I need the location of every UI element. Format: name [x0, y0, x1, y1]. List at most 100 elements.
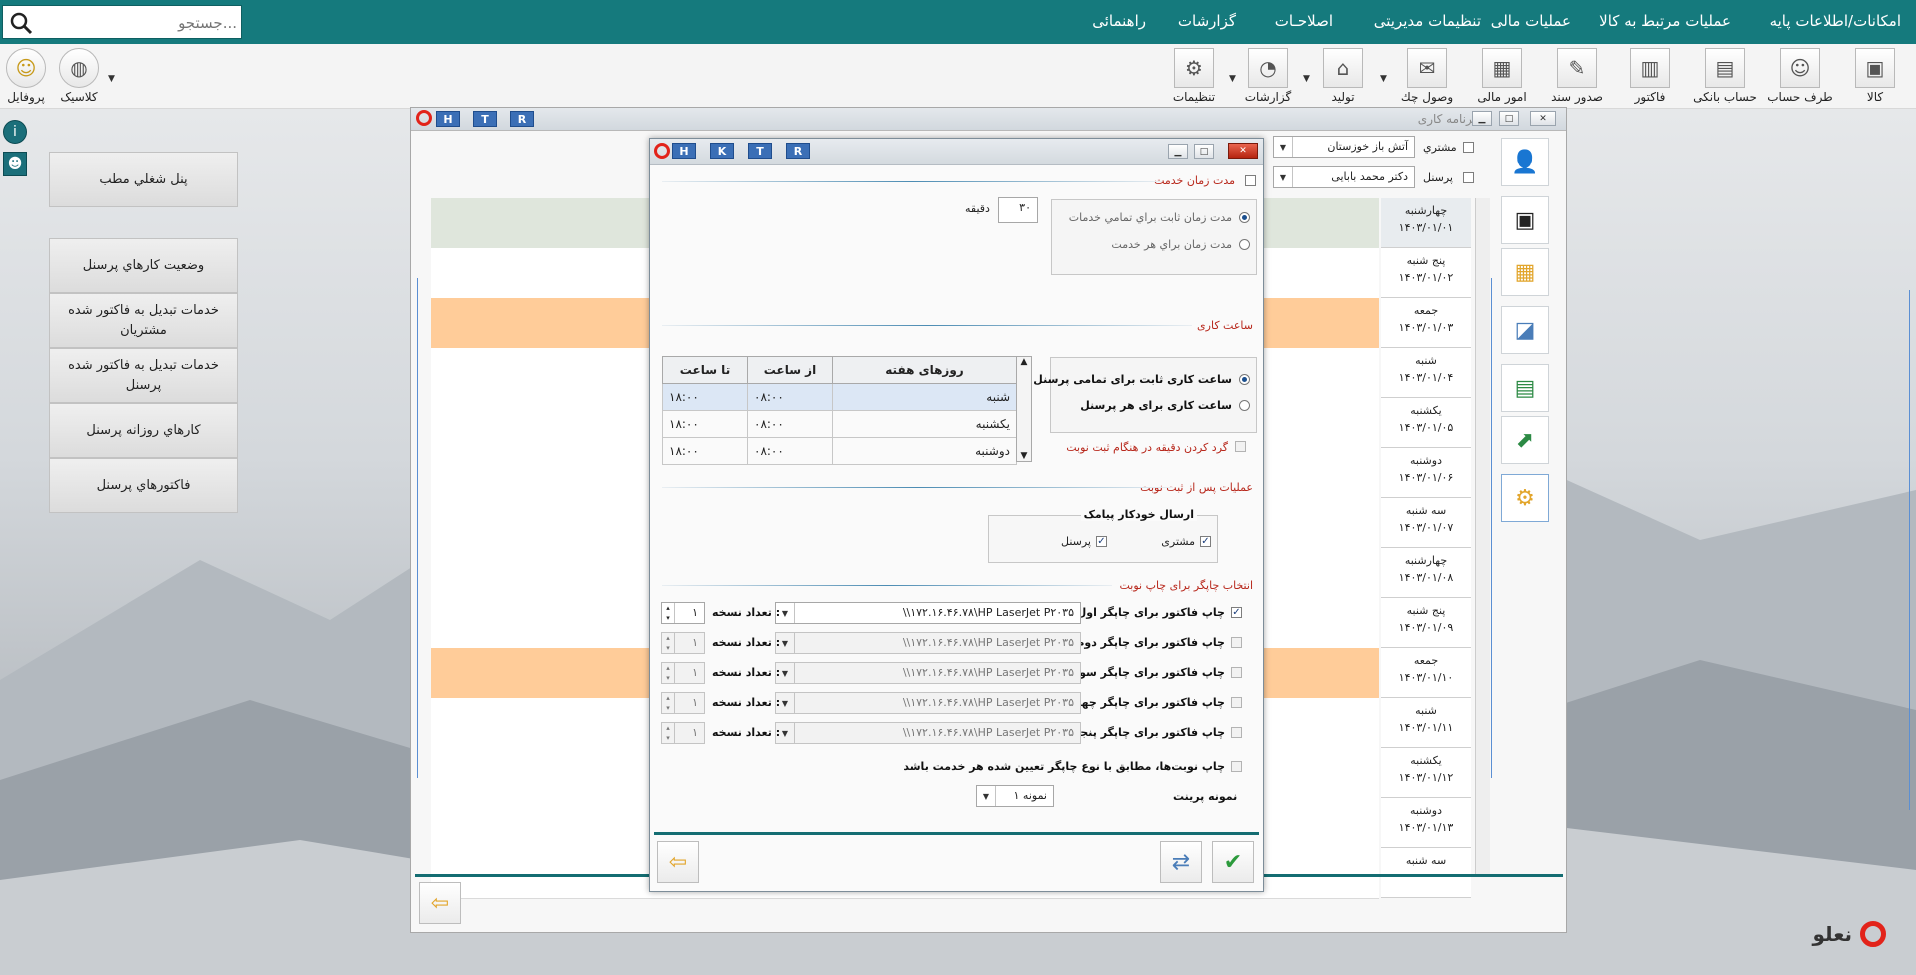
- customer-filter-checkbox[interactable]: [1463, 142, 1474, 153]
- table-cell[interactable]: ۰۸:۰۰: [747, 410, 833, 438]
- sms-staff-checkbox[interactable]: ✓: [1096, 536, 1107, 547]
- minimize-icon[interactable]: ▁: [1168, 144, 1188, 159]
- menu-admin-settings[interactable]: تنظیمات مدیریتی: [1374, 12, 1481, 30]
- close-icon[interactable]: ✕: [1530, 111, 1556, 126]
- clinic-panel-button[interactable]: پنل شغلي مطب: [49, 152, 238, 207]
- chevron-up-icon[interactable]: ▲: [1017, 357, 1031, 367]
- staff-filter-select[interactable]: ▼ دکتر محمد بابایی: [1273, 166, 1415, 188]
- schedule-day-cell[interactable]: یکشنبه ۱۴۰۳/۰۱/۱۲: [1381, 748, 1471, 798]
- menu-basic-info[interactable]: امکانات/اطلاعات پایه: [1770, 12, 1901, 30]
- printer-checkbox[interactable]: [1231, 697, 1242, 708]
- table-cell[interactable]: ۱۸:۰۰: [662, 383, 748, 411]
- search-input[interactable]: [39, 10, 239, 36]
- table-row[interactable]: ۱۸:۰۰ ۰۸:۰۰ یکشنبه: [662, 410, 1017, 438]
- toolbar-goods-button[interactable]: ▣ کالا: [1840, 46, 1910, 108]
- right-splitter[interactable]: [1487, 278, 1492, 778]
- dialog-r-button[interactable]: R: [786, 143, 810, 159]
- toolbar-issue-document-button[interactable]: ✎ صدور سند: [1542, 46, 1612, 108]
- copies-stepper[interactable]: ▴ ▾ ۱: [661, 722, 705, 744]
- customer-filter-select[interactable]: ▼ آتش باز خوزستان: [1273, 136, 1415, 158]
- printer-select[interactable]: ▼ \\۱۷۲.۱۶.۴۶.۷۸\HP LaserJet P۲۰۳۵: [775, 602, 1081, 624]
- schedule-day-cell[interactable]: چهارشنبه ۱۴۰۳/۰۱/۰۸: [1381, 548, 1471, 598]
- table-cell[interactable]: ۱۸:۰۰: [662, 437, 748, 465]
- exit-button[interactable]: ⇦: [419, 882, 461, 924]
- menu-financial-ops[interactable]: عملیات مالی: [1491, 12, 1571, 30]
- gear-icon[interactable]: ⚙: [1501, 474, 1549, 522]
- stepper-arrows-icon[interactable]: ▴ ▾: [662, 633, 675, 653]
- chevron-down-icon[interactable]: ▼: [1017, 451, 1031, 461]
- schedule-day-cell[interactable]: دوشنبه ۱۴۰۳/۰۱/۱۳: [1381, 798, 1471, 848]
- table-cell[interactable]: شنبه: [832, 383, 1017, 411]
- schedule-day-cell[interactable]: سه شنبه ۱۴۰۳/۰۱/۰۷: [1381, 498, 1471, 548]
- schedule-day-cell[interactable]: پنج شنبه ۱۴۰۳/۰۱/۰۲: [1381, 248, 1471, 298]
- dialog-transfer-button[interactable]: ⇄: [1160, 841, 1202, 883]
- table-cell[interactable]: ۰۸:۰۰: [747, 383, 833, 411]
- staff-work-status-button[interactable]: وضعیت کارهاي پرسنل: [49, 238, 238, 293]
- dialog-k-button[interactable]: K: [710, 143, 734, 159]
- printer-select[interactable]: ▼ \\۱۷۲.۱۶.۴۶.۷۸\HP LaserJet P۲۰۳۵: [775, 692, 1081, 714]
- staff-filter-checkbox[interactable]: [1463, 172, 1474, 183]
- table-row[interactable]: ۱۸:۰۰ ۰۸:۰۰ شنبه: [662, 383, 1017, 411]
- toolbar-financial-button[interactable]: ▦ امور مالی: [1467, 46, 1537, 108]
- service-minutes-input[interactable]: ۳۰: [998, 197, 1038, 223]
- schedule-day-cell[interactable]: شنبه ۱۴۰۳/۰۱/۱۱: [1381, 698, 1471, 748]
- staff-daily-work-button[interactable]: کارهاي روزانه پرسنل: [49, 403, 238, 458]
- toolbar-production-button[interactable]: ⌂ تولید: [1308, 46, 1378, 108]
- service-time-each-radio[interactable]: [1239, 239, 1250, 250]
- add-user-icon[interactable]: 👤: [1501, 138, 1549, 186]
- service-time-checkbox[interactable]: [1245, 175, 1256, 186]
- window-t-button[interactable]: T: [473, 111, 497, 127]
- printer-select[interactable]: ▼ \\۱۷۲.۱۶.۴۶.۷۸\HP LaserJet P۲۰۳۵: [775, 662, 1081, 684]
- toolbar-cheque-button[interactable]: ✉ وصول چك: [1392, 46, 1462, 108]
- copies-stepper[interactable]: ▴ ▾ ۱: [661, 632, 705, 654]
- stepper-arrows-icon[interactable]: ▴ ▾: [662, 603, 675, 623]
- table-cell[interactable]: یکشنبه: [832, 410, 1017, 438]
- dialog-confirm-button[interactable]: ✔: [1212, 841, 1254, 883]
- toolbar-account-party-button[interactable]: ☺ طرف حساب: [1765, 46, 1835, 108]
- printer-checkbox[interactable]: ✓: [1231, 607, 1242, 618]
- printer-checkbox[interactable]: [1231, 727, 1242, 738]
- maximize-icon[interactable]: □: [1194, 144, 1214, 159]
- schedule-day-cell[interactable]: پنج شنبه ۱۴۰۳/۰۱/۰۹: [1381, 598, 1471, 648]
- grid-apps-icon[interactable]: ▦: [1501, 248, 1549, 296]
- table-cell[interactable]: دوشنبه: [832, 437, 1017, 465]
- chevron-down-icon[interactable]: ▼: [108, 74, 115, 84]
- schedule-day-cell[interactable]: یکشنبه ۱۴۰۳/۰۱/۰۵: [1381, 398, 1471, 448]
- dialog-exit-button[interactable]: ⇦: [657, 841, 699, 883]
- menu-corrections[interactable]: اصلاحـات: [1275, 12, 1333, 30]
- service-time-fixed-radio[interactable]: [1239, 212, 1250, 223]
- window-h-button[interactable]: H: [436, 111, 460, 127]
- add-package-icon[interactable]: ▣: [1501, 196, 1549, 244]
- toolbar-bank-account-button[interactable]: ▤ حساب بانکی: [1690, 46, 1760, 108]
- copies-stepper[interactable]: ▴ ▾ ۱: [661, 692, 705, 714]
- copies-stepper[interactable]: ▴ ▾ ۱: [661, 662, 705, 684]
- user-card-icon[interactable]: ☻: [3, 152, 27, 176]
- chevron-down-icon[interactable]: ▼: [1380, 74, 1387, 84]
- copies-stepper[interactable]: ▴ ▾ ۱: [661, 602, 705, 624]
- schedule-day-cell[interactable]: جمعه ۱۴۰۳/۰۱/۱۰: [1381, 648, 1471, 698]
- match-printer-checkbox[interactable]: [1231, 761, 1242, 772]
- maximize-icon[interactable]: □: [1499, 111, 1519, 126]
- toolbar-reports-button[interactable]: ◔ گزارشات: [1233, 46, 1303, 108]
- dialog-t-button[interactable]: T: [748, 143, 772, 159]
- toolbar-settings-button[interactable]: ⚙ تنظیمات: [1159, 46, 1229, 108]
- table-cell[interactable]: ۱۸:۰۰: [662, 410, 748, 438]
- toolbar-invoice-button[interactable]: ▥ فاکتور: [1615, 46, 1685, 108]
- table-scrollbar[interactable]: ▲ ▼: [1016, 356, 1032, 462]
- info-icon[interactable]: i: [3, 120, 27, 144]
- round-minutes-checkbox[interactable]: [1235, 441, 1246, 452]
- chart-settings-icon[interactable]: ◪: [1501, 306, 1549, 354]
- staff-invoices-button[interactable]: فاکتورهاي پرسنل: [49, 458, 238, 513]
- staff-invoiced-services-button[interactable]: خدمات تبدیل به فاکتور شده پرسنل: [49, 348, 238, 403]
- stepper-arrows-icon[interactable]: ▴ ▾: [662, 693, 675, 713]
- menu-help[interactable]: راهنمائی: [1092, 12, 1146, 30]
- schedule-day-cell[interactable]: سه شنبه: [1381, 848, 1471, 898]
- printer-checkbox[interactable]: [1231, 667, 1242, 678]
- stepper-arrows-icon[interactable]: ▴ ▾: [662, 723, 675, 743]
- sms-customer-checkbox[interactable]: ✓: [1200, 536, 1211, 547]
- toolbar-profile-button[interactable]: ☺ پروفایل: [0, 46, 61, 108]
- growth-chart-icon[interactable]: ⬈: [1501, 416, 1549, 464]
- work-hours-each-radio[interactable]: [1239, 400, 1250, 411]
- stepper-arrows-icon[interactable]: ▴ ▾: [662, 663, 675, 683]
- menu-goods-ops[interactable]: عملیات مرتبط به کالا: [1599, 12, 1731, 30]
